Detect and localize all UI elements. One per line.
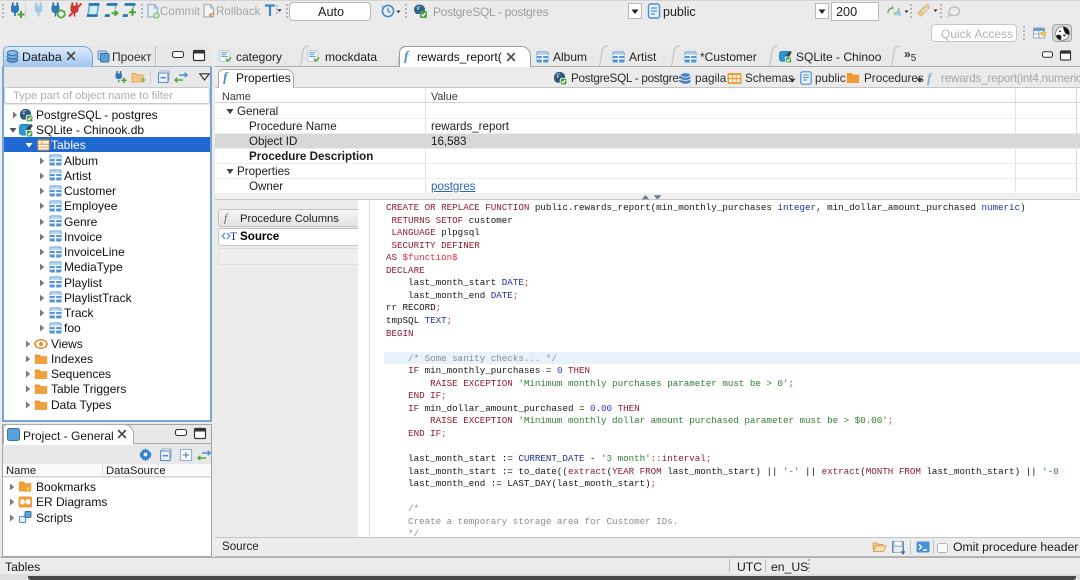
svg-text:f: f	[927, 71, 933, 86]
svg-text:T: T	[230, 231, 237, 243]
svg-text:f: f	[224, 212, 229, 225]
